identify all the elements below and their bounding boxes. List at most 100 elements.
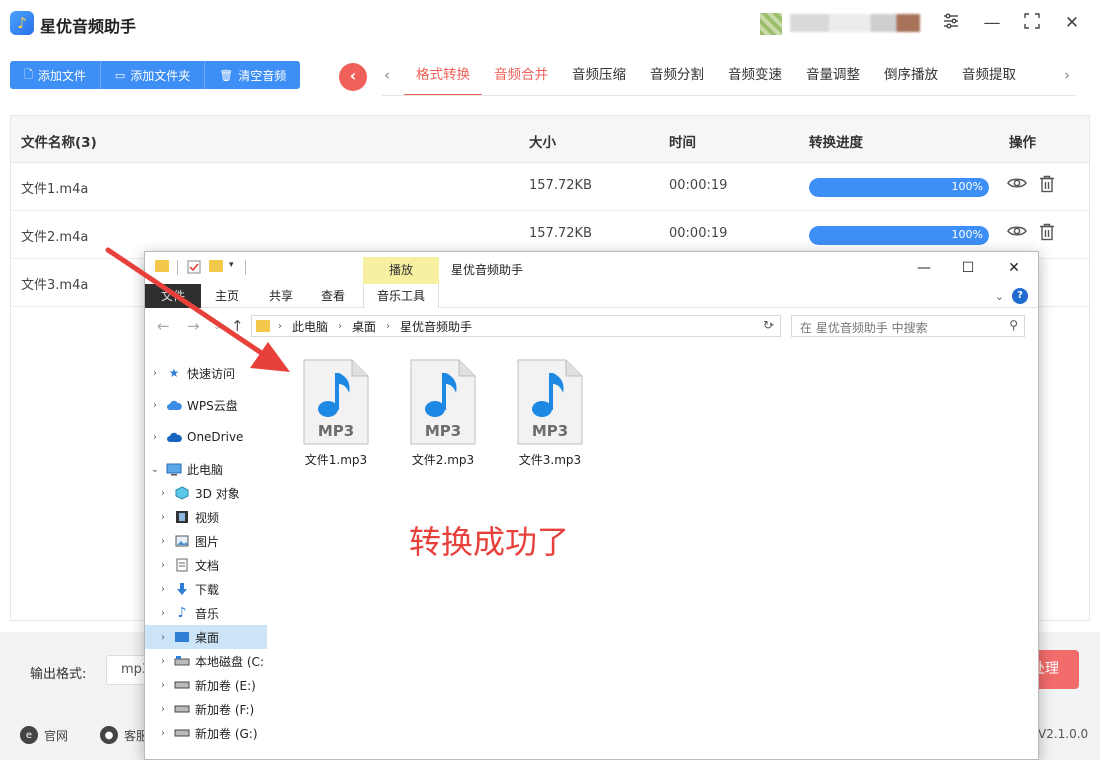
nav-item-onedrive[interactable]: › OneDrive	[145, 425, 267, 449]
clear-audio-button[interactable]: 🗑 清空音频	[205, 61, 301, 89]
minimize-icon[interactable]: —	[912, 257, 936, 279]
delete-icon[interactable]	[1039, 175, 1055, 198]
ribbon-tab-home[interactable]: 主页	[205, 284, 249, 308]
address-box[interactable]: › 此电脑 › 桌面 › 星优音频助手 ⌄	[251, 315, 781, 337]
eye-icon[interactable]	[1007, 175, 1027, 196]
chevron-right-icon[interactable]: ›	[157, 728, 169, 739]
tab-audio-speed[interactable]: 音频变速	[716, 56, 794, 96]
chevron-right-icon[interactable]: ›	[157, 632, 169, 643]
maximize-icon[interactable]	[1021, 12, 1043, 34]
file-name-label[interactable]: 文件2.mp3	[398, 451, 488, 468]
nav-item-downloads[interactable]: › 下载	[145, 577, 267, 601]
breadcrumb-current-folder[interactable]: 星优音频助手	[400, 318, 472, 335]
footer-website-link[interactable]: e 官网	[20, 726, 68, 744]
mp3-file-icon[interactable]: MP3	[517, 359, 583, 445]
up-arrow-icon[interactable]: ↑	[231, 317, 244, 335]
minimize-icon[interactable]: —	[981, 12, 1003, 34]
footer-support-link[interactable]: ● 客服	[100, 726, 148, 744]
nav-item-wps-cloud[interactable]: › WPS云盘	[145, 393, 267, 417]
breadcrumb-this-pc[interactable]: 此电脑	[292, 318, 328, 335]
file-name-label[interactable]: 文件1.mp3	[291, 451, 381, 468]
explorer-ribbon: 文件 主页 共享 查看 音乐工具 ⌄ ?	[145, 284, 1038, 308]
chat-icon: ●	[100, 726, 118, 744]
collapse-back-button[interactable]: ‹	[339, 63, 367, 91]
table-row[interactable]: 文件1.m4a 157.72KB 00:00:19 100%	[11, 163, 1089, 211]
ribbon-tab-music-tools[interactable]: 音乐工具	[363, 284, 439, 308]
tab-reverse-play[interactable]: 倒序播放	[872, 56, 950, 96]
chevron-right-icon[interactable]: ›	[157, 488, 169, 499]
breadcrumb-separator-icon[interactable]: ›	[338, 321, 342, 332]
nav-item-volume-e[interactable]: › 新加卷 (E:)	[145, 673, 267, 697]
chevron-right-icon[interactable]: ›	[157, 608, 169, 619]
nav-item-volume-g[interactable]: › 新加卷 (G:)	[145, 721, 267, 745]
nav-label: 新加卷 (F:)	[195, 702, 255, 717]
chevron-right-icon[interactable]: ›	[157, 680, 169, 691]
nav-item-music[interactable]: › ♪ 音乐	[145, 601, 267, 625]
chevron-right-icon[interactable]: ›	[157, 512, 169, 523]
close-icon[interactable]: ✕	[1002, 257, 1026, 279]
chevron-right-icon[interactable]: ›	[149, 368, 161, 379]
refresh-icon[interactable]: ↻	[763, 318, 773, 332]
chevron-right-icon[interactable]: ›	[149, 432, 161, 443]
address-bar-row: ← → ⌄ ↑ › 此电脑 › 桌面 › 星优音频助手 ⌄ ↻ 在 星优音频助手…	[145, 309, 1038, 343]
close-icon[interactable]: ✕	[1061, 12, 1083, 34]
new-folder-icon[interactable]	[209, 260, 223, 272]
tab-volume-adjust[interactable]: 音量调整	[794, 56, 872, 96]
ribbon-tab-share[interactable]: 共享	[259, 284, 303, 308]
nav-item-quick-access[interactable]: › ★ 快速访问	[145, 361, 267, 385]
quick-access-dropdown-icon[interactable]: ▾	[229, 260, 243, 272]
search-input[interactable]: 在 星优音频助手 中搜索 ⚲	[791, 315, 1025, 337]
row-file-name: 文件3.m4a	[21, 278, 89, 293]
chevron-down-icon[interactable]: ⌄	[149, 464, 161, 475]
nav-item-videos[interactable]: › 视频	[145, 505, 267, 529]
nav-item-3d-objects[interactable]: › 3D 对象	[145, 481, 267, 505]
folder-icon	[155, 260, 169, 272]
tab-audio-merge[interactable]: 音频合并	[482, 56, 560, 96]
maximize-icon[interactable]: ☐	[956, 257, 980, 279]
user-avatar[interactable]	[760, 13, 782, 35]
film-icon	[174, 510, 190, 524]
divider	[245, 260, 246, 275]
tab-scroll-right-icon[interactable]: ›	[1064, 66, 1070, 84]
ribbon-tab-view[interactable]: 查看	[311, 284, 355, 308]
ribbon-expand-icon[interactable]: ⌄	[995, 290, 1004, 303]
row-file-time: 00:00:19	[669, 226, 728, 241]
progress-bar: 100%	[809, 178, 989, 197]
add-folder-button[interactable]: ▭ 添加文件夹	[100, 61, 206, 89]
nav-item-desktop[interactable]: › 桌面	[145, 625, 267, 649]
nav-item-local-disk-c[interactable]: › 本地磁盘 (C:	[145, 649, 267, 673]
properties-icon[interactable]	[187, 260, 201, 274]
breadcrumb-separator-icon[interactable]: ›	[386, 321, 390, 332]
tab-audio-split[interactable]: 音频分割	[638, 56, 716, 96]
context-tab-play[interactable]: 播放	[363, 257, 439, 284]
chevron-right-icon[interactable]: ›	[149, 400, 161, 411]
chevron-right-icon[interactable]: ›	[157, 584, 169, 595]
chevron-right-icon[interactable]: ›	[157, 656, 169, 667]
forward-arrow-icon[interactable]: →	[187, 317, 200, 335]
breadcrumb-desktop[interactable]: 桌面	[352, 318, 376, 335]
add-file-button[interactable]: 🗋 添加文件	[10, 61, 101, 89]
breadcrumb-separator-icon[interactable]: ›	[278, 321, 282, 332]
mp3-file-icon[interactable]: MP3	[410, 359, 476, 445]
tab-audio-extract[interactable]: 音频提取	[950, 56, 1028, 96]
recent-dropdown-icon[interactable]: ⌄	[213, 321, 221, 332]
chevron-right-icon[interactable]: ›	[157, 560, 169, 571]
tab-format-convert[interactable]: 格式转换	[404, 56, 482, 96]
chevron-right-icon[interactable]: ›	[157, 704, 169, 715]
nav-item-this-pc[interactable]: ⌄ 此电脑	[145, 457, 267, 481]
nav-item-pictures[interactable]: › 图片	[145, 529, 267, 553]
nav-item-documents[interactable]: › 文档	[145, 553, 267, 577]
nav-label: 新加卷 (E:)	[195, 678, 256, 693]
chevron-right-icon[interactable]: ›	[157, 536, 169, 547]
sliders-icon[interactable]	[940, 12, 962, 34]
ribbon-tab-file[interactable]: 文件	[145, 284, 201, 308]
help-icon[interactable]: ?	[1012, 288, 1028, 304]
delete-icon[interactable]	[1039, 223, 1055, 246]
file-name-label[interactable]: 文件3.mp3	[505, 451, 595, 468]
mp3-file-icon[interactable]: MP3	[303, 359, 369, 445]
nav-item-volume-f[interactable]: › 新加卷 (F:)	[145, 697, 267, 721]
tab-audio-compress[interactable]: 音频压缩	[560, 56, 638, 96]
back-arrow-icon[interactable]: ←	[157, 317, 170, 335]
tab-scroll-left-icon[interactable]: ‹	[384, 66, 390, 84]
eye-icon[interactable]	[1007, 223, 1027, 244]
